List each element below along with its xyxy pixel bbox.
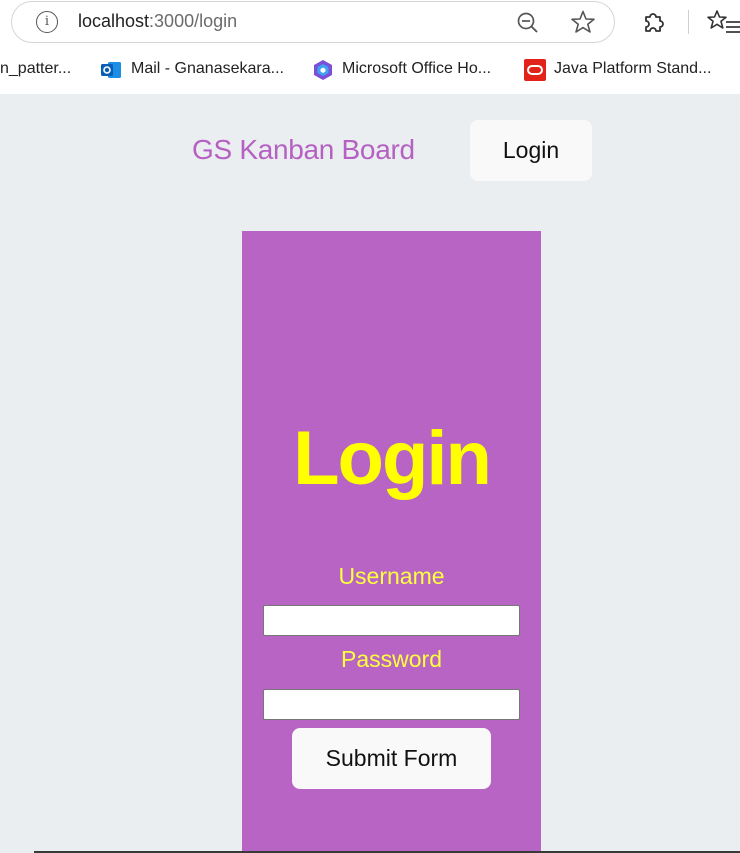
zoom-out-icon[interactable] bbox=[515, 10, 541, 36]
favorites-list-icon[interactable] bbox=[706, 7, 740, 37]
bookmarks-bar: n_patter... Mail - Gnanasekara... Micros… bbox=[0, 46, 740, 94]
favorite-star-icon[interactable] bbox=[570, 9, 596, 35]
browser-toolbar: i localhost:3000/login bbox=[0, 0, 740, 46]
username-label: Username bbox=[338, 563, 445, 589]
password-label: Password bbox=[341, 646, 442, 672]
username-input[interactable] bbox=[263, 605, 520, 636]
page: GS Kanban Board Login Login Username Pas… bbox=[0, 94, 740, 853]
brand-title[interactable]: GS Kanban Board bbox=[192, 134, 415, 166]
extensions-puzzle-icon[interactable] bbox=[640, 8, 668, 36]
bookmark-item[interactable]: Microsoft Office Ho... bbox=[342, 60, 491, 78]
bookmark-item[interactable]: Java Platform Stand... bbox=[554, 60, 711, 78]
submit-form-button[interactable]: Submit Form bbox=[292, 728, 491, 789]
bookmark-item[interactable]: n_patter... bbox=[0, 60, 71, 78]
url-text[interactable]: localhost:3000/login bbox=[78, 11, 237, 32]
toolbar-separator bbox=[688, 10, 689, 34]
oracle-icon bbox=[524, 59, 546, 81]
login-card: Login Username Password Submit Form bbox=[242, 231, 541, 853]
outlook-icon bbox=[101, 62, 121, 78]
office-icon bbox=[314, 60, 332, 80]
bookmark-item[interactable]: Mail - Gnanasekara... bbox=[131, 60, 284, 78]
nav-login-button[interactable]: Login bbox=[470, 120, 592, 181]
login-title: Login bbox=[293, 416, 492, 501]
address-bar[interactable]: i localhost:3000/login bbox=[11, 1, 615, 43]
info-icon[interactable]: i bbox=[36, 11, 58, 33]
password-input[interactable] bbox=[263, 689, 520, 720]
